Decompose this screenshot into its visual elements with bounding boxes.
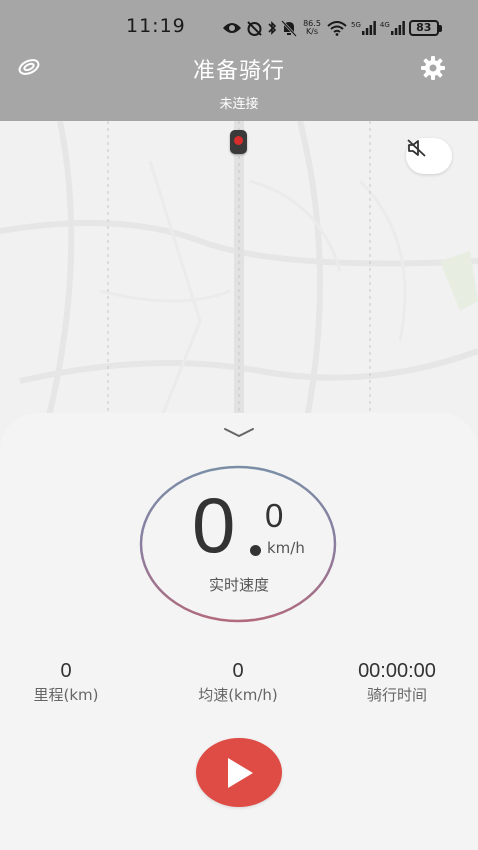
network-speed: 86.5 K/s	[301, 20, 323, 36]
ride-time-value: 00:00:00	[358, 660, 436, 682]
signal-5g: 5G	[351, 21, 376, 35]
signal-bars-icon	[361, 21, 376, 35]
gear-icon[interactable]	[420, 55, 446, 81]
status-icons: 86.5 K/s 5G 4G 83	[222, 18, 442, 38]
top-header: 11:19 86.5 K/s 5G 4G 83 准备骑行 未连接	[0, 0, 478, 121]
map-roads	[0, 121, 478, 451]
signal-bars-icon	[390, 21, 405, 35]
signal-5g-label: 5G	[351, 21, 361, 29]
play-icon	[228, 757, 253, 788]
status-bar: 11:19 86.5 K/s 5G 4G 83	[0, 0, 478, 48]
distance-value: 0	[60, 660, 72, 682]
speed-decimal: 0	[265, 497, 284, 534]
signal-4g: 4G	[380, 21, 405, 35]
status-time: 11:19	[126, 15, 186, 37]
battery-tip	[438, 24, 442, 32]
speed-ring	[139, 465, 337, 623]
eye-icon	[223, 23, 241, 33]
speed-decimal-point	[250, 545, 261, 556]
distance-label: 里程(km)	[33, 686, 99, 704]
mute-button[interactable]	[406, 138, 452, 174]
speed-integer: 0	[192, 481, 236, 569]
stat-distance: 0 里程(km)	[0, 659, 146, 705]
location-marker	[230, 130, 247, 154]
wifi-icon	[327, 20, 347, 36]
bluetooth-icon	[268, 21, 277, 35]
battery-indicator: 83	[408, 20, 442, 36]
network-speed-unit: K/s	[305, 27, 319, 36]
speed-label: 实时速度	[208, 576, 269, 594]
stat-ride-time: 00:00:00 骑行时间	[317, 659, 477, 705]
notifications-off-icon	[281, 19, 297, 37]
chevron-down-icon[interactable]	[222, 426, 256, 440]
connection-status: 未连接	[219, 97, 259, 112]
avg-speed-label: 均速(km/h)	[198, 686, 278, 704]
avg-speed-value: 0	[232, 660, 244, 682]
stat-avg-speed: 0 均速(km/h)	[158, 659, 318, 705]
signal-4g-label: 4G	[379, 21, 390, 29]
start-ride-button[interactable]	[196, 738, 282, 807]
speed-unit: km/h	[267, 539, 305, 557]
page-title: 准备骑行	[192, 59, 285, 84]
battery-level: 83	[408, 20, 439, 36]
speaker-muted-icon	[407, 139, 426, 157]
map-view[interactable]	[0, 121, 478, 451]
alarm-off-icon	[247, 20, 262, 36]
ride-time-label: 骑行时间	[366, 686, 427, 704]
